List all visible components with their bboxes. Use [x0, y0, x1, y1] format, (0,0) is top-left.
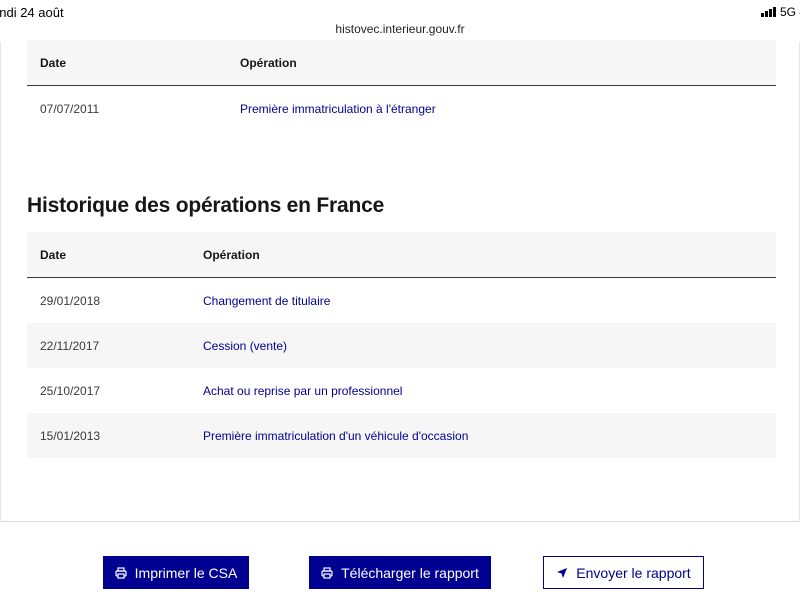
- row-operation: Achat ou reprise par un professionnel: [203, 383, 403, 398]
- table-row: 22/11/2017 Cession (vente): [27, 323, 776, 368]
- column-header-date: Date: [40, 55, 67, 70]
- history-card: Date Opération 07/07/2011 Première immat…: [0, 40, 800, 522]
- row-date: 15/01/2013: [40, 428, 101, 443]
- row-date: 29/01/2018: [40, 293, 101, 308]
- printer-icon: [321, 566, 333, 579]
- foreign-operations-table: Date Opération 07/07/2011 Première immat…: [27, 40, 776, 131]
- table-row: 15/01/2013 Première immatriculation d'un…: [27, 413, 776, 458]
- row-operation: Changement de titulaire: [203, 293, 331, 308]
- column-header-operation: Opération: [240, 55, 297, 70]
- row-operation: Première immatriculation d'un véhicule d…: [203, 428, 469, 443]
- table-row: 29/01/2018 Changement de titulaire: [27, 278, 776, 323]
- row-date: 22/11/2017: [40, 338, 100, 353]
- column-header-date: Date: [40, 247, 67, 262]
- status-bar: undi 24 août 5G 4: [0, 0, 800, 22]
- status-indicators: 5G 4: [760, 5, 800, 19]
- print-csa-button[interactable]: Imprimer le CSA: [103, 556, 249, 589]
- table-row: 07/07/2011 Première immatriculation à l'…: [27, 86, 776, 131]
- row-operation: Première immatriculation à l'étranger: [240, 101, 436, 116]
- france-operations-table: Date Opération 29/01/2018 Changement de …: [27, 232, 776, 458]
- table-header-row: Date Opération: [27, 40, 776, 86]
- table-header-row: Date Opération: [27, 232, 776, 278]
- printer-icon: [115, 566, 127, 579]
- send-report-button[interactable]: Envoyer le rapport: [543, 556, 704, 589]
- section-title: Historique des opérations en France: [27, 194, 385, 217]
- send-report-label: Envoyer le rapport: [576, 564, 691, 581]
- print-csa-label: Imprimer le CSA: [134, 564, 238, 581]
- download-report-button[interactable]: Télécharger le rapport: [309, 556, 491, 589]
- send-arrow-icon: [556, 567, 568, 579]
- signal-strength-icon: [760, 7, 776, 17]
- status-date: undi 24 août: [0, 5, 64, 20]
- report-actions: Imprimer le CSA Télécharger le rapport E…: [0, 556, 800, 589]
- row-operation: Cession (vente): [203, 338, 288, 353]
- row-date: 07/07/2011: [40, 101, 100, 116]
- row-date: 25/10/2017: [40, 383, 101, 398]
- address-bar[interactable]: histovec.interieur.gouv.fr: [0, 22, 800, 42]
- column-header-operation: Opération: [203, 247, 260, 262]
- table-row: 25/10/2017 Achat ou reprise par un profe…: [27, 368, 776, 413]
- download-report-label: Télécharger le rapport: [341, 564, 479, 581]
- network-label: 5G 4: [779, 5, 800, 19]
